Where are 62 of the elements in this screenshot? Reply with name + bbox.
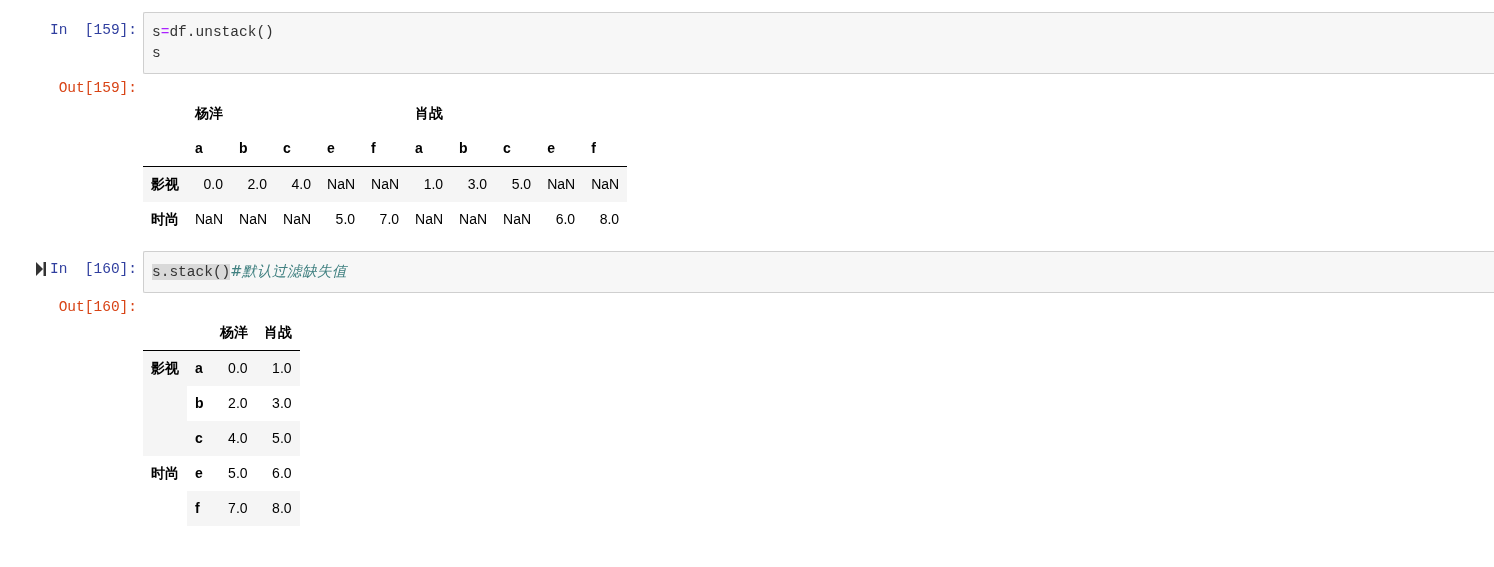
table-cell: 7.0: [363, 202, 408, 237]
code-input-field[interactable]: s=df.unstack() s: [143, 12, 1494, 74]
code-line: s: [152, 44, 162, 63]
code-line: s=df.unstack(): [152, 23, 275, 42]
column-header: b: [231, 131, 276, 167]
table-cell: 3.0: [255, 386, 300, 421]
table-cell: NaN: [407, 202, 452, 237]
table-cell: 7.0: [211, 491, 256, 526]
row-index: 影视: [143, 350, 187, 456]
column-header: f: [363, 131, 408, 167]
table-cell: NaN: [319, 166, 364, 202]
column-header: a: [187, 131, 231, 167]
table-cell: NaN: [583, 166, 628, 202]
input-prompt: In [160]:: [50, 260, 137, 277]
column-header: e: [319, 131, 364, 167]
column-header: a: [407, 131, 452, 167]
row-sub-index: f: [187, 491, 212, 526]
input-prompt: In [159]:: [50, 21, 137, 38]
table-cell: NaN: [187, 202, 231, 237]
row-sub-index: e: [187, 456, 212, 491]
table-cell: 2.0: [231, 166, 276, 202]
table-cell: 4.0: [275, 166, 320, 202]
table-cell: NaN: [539, 166, 584, 202]
table-cell: 1.0: [407, 166, 452, 202]
code-line: s.stack()#默认过滤缺失值: [152, 262, 349, 282]
column-header: e: [539, 131, 584, 167]
row-index: 影视: [143, 166, 187, 202]
table-cell: 0.0: [211, 350, 256, 386]
column-header: f: [583, 131, 628, 167]
output-prompt: Out[159]:: [58, 79, 137, 96]
table-cell: 8.0: [255, 491, 300, 526]
table-cell: 6.0: [255, 456, 300, 491]
table-cell: 2.0: [211, 386, 256, 421]
table-cell: 0.0: [187, 166, 231, 202]
column-header: 肖战: [255, 315, 300, 351]
column-group-header: 肖战: [414, 104, 445, 123]
table-cell: 5.0: [495, 166, 540, 202]
table-cell: 6.0: [539, 202, 584, 237]
table-cell: NaN: [275, 202, 320, 237]
row-index: 时尚: [143, 456, 187, 526]
table-cell: 8.0: [583, 202, 628, 237]
table-cell: NaN: [363, 166, 408, 202]
table-cell: 5.0: [255, 421, 300, 456]
table-cell: 4.0: [211, 421, 256, 456]
column-header: c: [275, 131, 320, 167]
table-cell: 3.0: [451, 166, 496, 202]
row-sub-index: b: [187, 386, 212, 421]
output-prompt: Out[160]:: [58, 298, 137, 315]
table-cell: NaN: [495, 202, 540, 237]
column-header: c: [495, 131, 540, 167]
row-index: 时尚: [143, 202, 187, 237]
table-cell: NaN: [451, 202, 496, 237]
row-sub-index: a: [187, 350, 212, 386]
table-cell: 1.0: [255, 350, 300, 386]
code-input-field[interactable]: s.stack()#默认过滤缺失值: [143, 251, 1494, 293]
column-header: 杨洋: [211, 315, 256, 351]
column-group-header: 杨洋: [194, 104, 224, 123]
table-cell: 5.0: [319, 202, 364, 237]
table-cell: NaN: [231, 202, 276, 237]
column-header: b: [451, 131, 496, 167]
row-sub-index: c: [187, 421, 212, 456]
table-cell: 5.0: [211, 456, 256, 491]
